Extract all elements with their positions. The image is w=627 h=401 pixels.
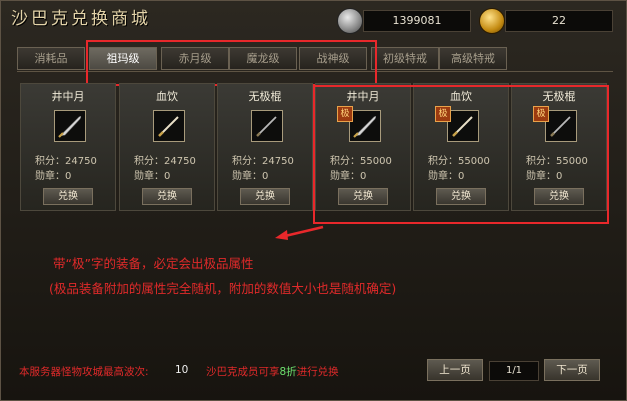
item-points: 积分：24750 bbox=[232, 156, 294, 167]
item-card: 无极棍 积分：24750 勋章：0 兑换 bbox=[217, 83, 313, 211]
discount-prefix: 沙巴克成员可享 bbox=[206, 366, 280, 378]
discount-value: 8折 bbox=[279, 366, 297, 378]
window-title: 沙巴克兑换商城 bbox=[11, 9, 151, 29]
item-medals: 勋章：0 bbox=[134, 171, 171, 182]
staff-icon bbox=[251, 110, 283, 142]
exchange-button[interactable]: 兑换 bbox=[43, 188, 93, 205]
prev-page-button[interactable]: 上一页 bbox=[427, 359, 483, 381]
item-points: 积分：24750 bbox=[134, 156, 196, 167]
shop-window: 沙巴克兑换商城 1399081 22 消耗品 祖玛级 赤月级 魔龙级 战神级 初… bbox=[0, 0, 627, 401]
item-card: 血饮 积分：24750 勋章：0 兑换 bbox=[119, 83, 215, 211]
waves-label: 本服务器怪物攻城最高波次: bbox=[19, 366, 149, 378]
sword-icon bbox=[153, 110, 185, 142]
silver-balance: 1399081 bbox=[363, 10, 471, 32]
item-name: 井中月 bbox=[51, 90, 85, 103]
tab-consumables[interactable]: 消耗品 bbox=[17, 47, 85, 70]
item-medals: 勋章：0 bbox=[232, 171, 269, 182]
exchange-button[interactable]: 兑换 bbox=[142, 188, 192, 205]
item-card: 井中月 积分：24750 勋章：0 兑换 bbox=[20, 83, 116, 211]
items-highlight-box bbox=[313, 85, 609, 224]
sword-icon bbox=[54, 110, 86, 142]
notice-line-2: (极品装备附加的属性完全随机，附加的数值大小也是随机确定) bbox=[49, 281, 397, 296]
pointer-arrow-icon bbox=[275, 225, 324, 240]
item-name: 无极棍 bbox=[248, 90, 282, 103]
waves-value: 10 bbox=[175, 364, 189, 376]
tab-advanced-ring[interactable]: 高级特戒 bbox=[439, 47, 507, 70]
discount-suffix: 进行兑换 bbox=[296, 366, 339, 378]
item-name: 血饮 bbox=[156, 90, 178, 103]
silver-coin-icon bbox=[337, 8, 363, 34]
next-page-button[interactable]: 下一页 bbox=[544, 359, 600, 381]
tabs-highlight-box bbox=[86, 40, 377, 86]
item-points: 积分：24750 bbox=[35, 156, 97, 167]
exchange-button[interactable]: 兑换 bbox=[240, 188, 290, 205]
notice-line-1: 带“极”字的装备，必定会出极品属性 bbox=[53, 256, 254, 271]
discount-notice: 沙巴克成员可享8折进行兑换 bbox=[206, 364, 339, 379]
gold-coin-icon bbox=[479, 8, 505, 34]
gold-balance: 22 bbox=[505, 10, 613, 32]
tab-basic-ring[interactable]: 初级特戒 bbox=[371, 47, 439, 70]
item-medals: 勋章：0 bbox=[35, 171, 72, 182]
page-indicator: 1/1 bbox=[489, 361, 539, 381]
